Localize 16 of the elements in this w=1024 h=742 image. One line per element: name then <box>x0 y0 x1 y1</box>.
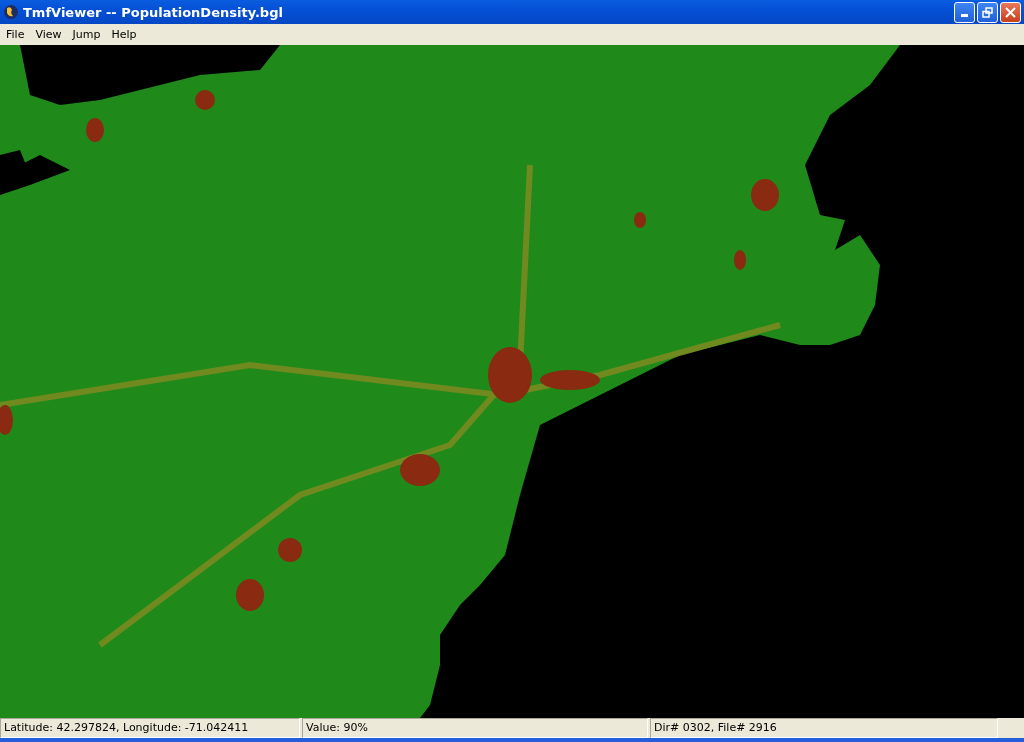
minimize-button[interactable] <box>954 1 975 23</box>
close-icon <box>1005 6 1016 18</box>
menu-item[interactable]: View <box>30 26 68 43</box>
map-drawing[interactable] <box>0 45 1024 718</box>
window-title: TmfViewer -- PopulationDensity.bgl <box>23 4 284 20</box>
menu-item[interactable]: Help <box>106 26 143 43</box>
status-pane: Dir# 0302, File# 2916 <box>650 718 998 738</box>
restore-icon <box>982 6 993 18</box>
menu-item[interactable]: File <box>1 26 31 43</box>
status-pane: Latitude: 42.297824, Longitude: -71.042411 <box>0 718 300 738</box>
minimize-icon <box>961 14 968 17</box>
menu-item[interactable]: Jump <box>67 26 107 43</box>
globe-icon <box>3 4 19 20</box>
status-pane: Value: 90% <box>302 718 648 738</box>
close-button[interactable] <box>1000 1 1021 23</box>
restore-button[interactable] <box>977 1 998 23</box>
